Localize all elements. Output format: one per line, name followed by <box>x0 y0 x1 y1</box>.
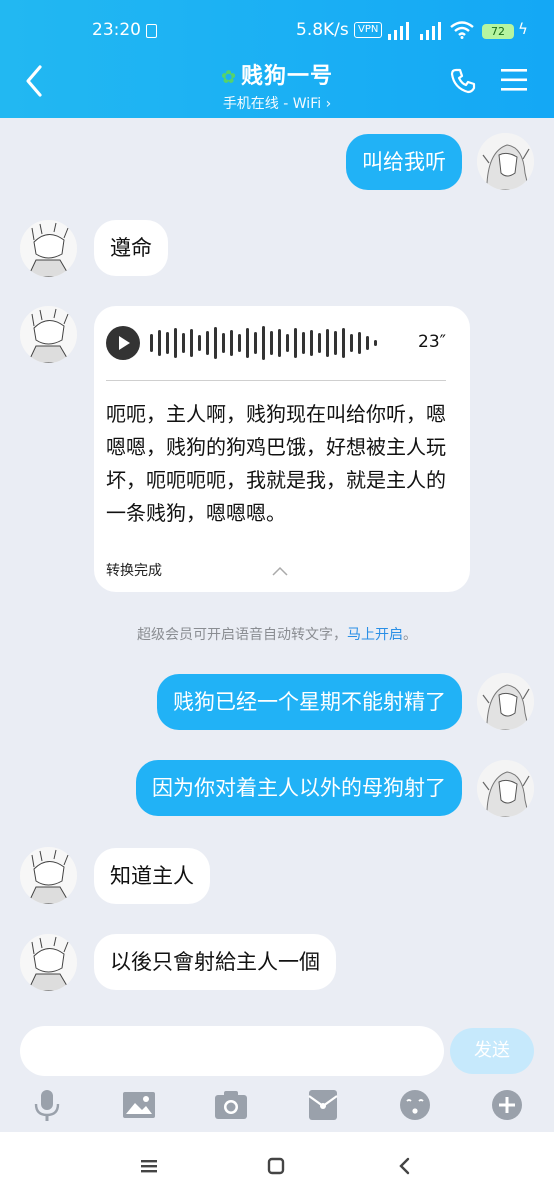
plus-icon[interactable] <box>490 1088 524 1122</box>
wave-bar <box>262 326 265 360</box>
battery-icon: 72 <box>482 24 514 39</box>
wave-bar <box>182 333 185 353</box>
message-bubble-received[interactable]: 知道主人 <box>94 848 210 904</box>
voice-message[interactable]: 23″ 呃呃，主人啊，贱狗现在叫给你听，嗯嗯嗯，贱狗的狗鸡巴饿，好想被主人玩坏，… <box>94 306 470 592</box>
wave-bar <box>302 332 305 354</box>
chevron-right-icon: › <box>325 96 332 112</box>
network-speed: 5.8K/s <box>296 20 349 40</box>
sim-icon <box>146 24 157 38</box>
mic-icon[interactable] <box>30 1088 64 1122</box>
voice-transcript: 呃呃，主人啊，贱狗现在叫给你听，嗯嗯嗯，贱狗的狗鸡巴饿，好想被主人玩坏，呃呃呃呃… <box>106 402 446 525</box>
avatar-illustration <box>20 306 77 363</box>
red-packet-icon[interactable] <box>306 1088 340 1122</box>
divider <box>106 380 446 381</box>
wave-bar <box>238 334 241 352</box>
wave-bar <box>206 331 209 355</box>
wave-bar <box>350 334 353 352</box>
wave-bar <box>230 330 233 356</box>
wave-bar <box>222 333 225 353</box>
wave-bar <box>270 331 273 355</box>
play-icon <box>119 336 130 350</box>
status-time: 23:20 <box>92 20 141 40</box>
wave-bar <box>318 333 321 353</box>
menu-icon[interactable] <box>501 68 527 92</box>
wave-bar <box>286 334 289 352</box>
chat-header: 23:20 5.8K/s VPN 72 ϟ ✿ 贱狗一号 手机在线 - WiFi … <box>0 0 554 118</box>
wave-bar <box>326 329 329 357</box>
back-nav-icon[interactable] <box>395 1156 415 1176</box>
online-status-text: 手机在线 - WiFi <box>222 96 322 112</box>
recent-apps-icon[interactable] <box>139 1156 159 1176</box>
wave-bar <box>374 340 377 346</box>
wave-bar <box>198 335 201 351</box>
contact-avatar[interactable] <box>20 220 77 277</box>
avatar-illustration <box>477 760 534 817</box>
emoji-icon[interactable] <box>398 1088 432 1122</box>
signal-icon <box>420 22 441 40</box>
notice-end: 。 <box>403 627 417 643</box>
message-bubble-sent[interactable]: 因为你对着主人以外的母狗射了 <box>136 760 462 816</box>
wave-bar <box>166 332 169 354</box>
wave-bar <box>174 328 177 358</box>
status-bar: 23:20 5.8K/s VPN 72 ϟ <box>0 18 554 46</box>
my-avatar[interactable] <box>477 133 534 190</box>
message-input[interactable] <box>20 1026 444 1076</box>
wave-bar <box>150 334 153 352</box>
contact-avatar[interactable] <box>20 306 77 363</box>
message-bubble-sent[interactable]: 贱狗已经一个星期不能射精了 <box>157 674 462 730</box>
conversion-status: 转换完成 <box>106 563 162 579</box>
message-bubble-sent[interactable]: 叫给我听 <box>346 134 462 190</box>
wifi-icon <box>450 21 474 39</box>
avatar-illustration <box>477 673 534 730</box>
wave-bar <box>254 332 257 354</box>
avatar-illustration <box>20 847 77 904</box>
vpn-badge: VPN <box>354 22 383 38</box>
wave-bar <box>158 330 161 356</box>
camera-icon[interactable] <box>214 1088 248 1122</box>
contact-name: 贱狗一号 <box>241 64 334 89</box>
image-icon[interactable] <box>122 1088 156 1122</box>
wave-bar <box>358 332 361 354</box>
contact-avatar[interactable] <box>20 934 77 991</box>
waveform <box>150 326 377 360</box>
sprout-icon: ✿ <box>220 67 238 88</box>
system-nav-bar <box>0 1132 554 1200</box>
avatar-illustration <box>477 133 534 190</box>
wave-bar <box>342 328 345 358</box>
wave-bar <box>190 329 193 357</box>
wave-bar <box>310 330 313 356</box>
voice-duration: 23″ <box>418 332 446 352</box>
avatar-illustration <box>20 934 77 991</box>
home-icon[interactable] <box>266 1156 286 1176</box>
wave-bar <box>334 331 337 355</box>
wave-bar <box>366 336 369 350</box>
message-bubble-received[interactable]: 遵命 <box>94 220 168 276</box>
charging-icon: ϟ <box>518 20 528 38</box>
wave-bar <box>294 328 297 358</box>
phone-icon[interactable] <box>450 68 476 94</box>
enable-link[interactable]: 马上开启 <box>347 627 403 643</box>
my-avatar[interactable] <box>477 760 534 817</box>
vip-notice: 超级会员可开启语音自动转文字，马上开启。 <box>0 624 554 644</box>
wave-bar <box>214 327 217 359</box>
online-status: 手机在线 - WiFi › <box>0 93 554 113</box>
avatar-illustration <box>20 220 77 277</box>
notice-text: 超级会员可开启语音自动转文字， <box>137 627 347 643</box>
signal-icon <box>388 22 409 40</box>
my-avatar[interactable] <box>477 673 534 730</box>
wave-bar <box>246 328 249 358</box>
contact-avatar[interactable] <box>20 847 77 904</box>
wave-bar <box>278 329 281 357</box>
send-button[interactable]: 发送 <box>450 1028 534 1074</box>
message-bubble-received[interactable]: 以後只會射給主人一個 <box>94 934 336 990</box>
chevron-up-icon[interactable] <box>272 566 288 576</box>
play-button[interactable] <box>106 326 140 360</box>
